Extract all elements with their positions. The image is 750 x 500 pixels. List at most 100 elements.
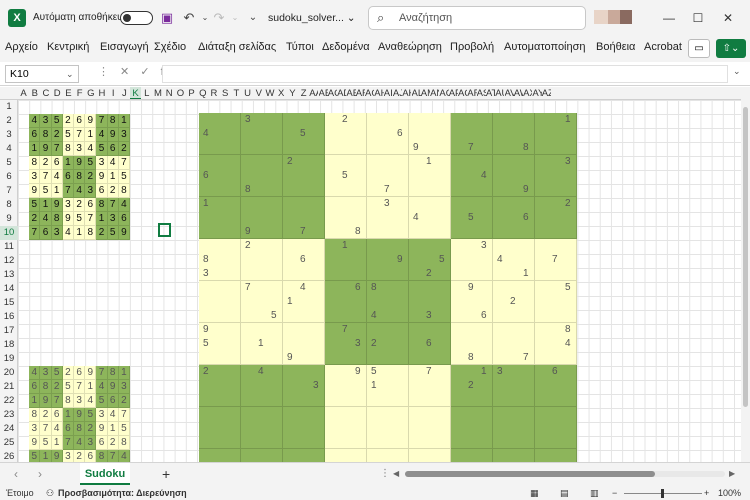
- grid-cell[interactable]: 4: [29, 366, 41, 380]
- grid-cell[interactable]: 8: [40, 128, 52, 142]
- column-header[interactable]: G: [85, 87, 96, 99]
- grid-cell[interactable]: 2: [62, 114, 74, 128]
- grid-cell[interactable]: 7: [118, 156, 130, 170]
- grid-cell[interactable]: 7: [96, 366, 108, 380]
- board-cell[interactable]: [283, 407, 325, 449]
- close-icon[interactable]: ✕: [718, 8, 738, 28]
- column-header[interactable]: AL: [412, 87, 421, 99]
- grid-cell[interactable]: 1: [85, 380, 97, 394]
- grid-cell[interactable]: 5: [29, 450, 41, 462]
- column-header[interactable]: AC: [328, 87, 337, 99]
- grid-cell[interactable]: 6: [96, 436, 108, 450]
- grid-cell[interactable]: 7: [40, 422, 52, 436]
- grid-cell[interactable]: 7: [74, 380, 86, 394]
- column-header[interactable]: AF: [356, 87, 365, 99]
- column-header[interactable]: AG: [365, 87, 374, 99]
- board-cell[interactable]: [409, 407, 451, 449]
- grid-cell[interactable]: 7: [51, 394, 63, 408]
- grid-cell[interactable]: 2: [62, 366, 74, 380]
- column-header[interactable]: W: [264, 87, 275, 99]
- grid-cell[interactable]: 9: [96, 422, 108, 436]
- column-header[interactable]: AB: [319, 87, 328, 99]
- scroll-left-icon[interactable]: ◀: [393, 469, 399, 478]
- column-header[interactable]: AE: [346, 87, 355, 99]
- tab-help[interactable]: Βοήθεια: [596, 41, 635, 53]
- grid-cell[interactable]: 6: [29, 128, 41, 142]
- row-header[interactable]: 8: [0, 198, 18, 212]
- grid-cell[interactable]: 5: [62, 128, 74, 142]
- grid-cell[interactable]: 5: [118, 422, 130, 436]
- column-header[interactable]: A: [18, 87, 29, 99]
- grid-cell[interactable]: 1: [29, 142, 41, 156]
- grid-cell[interactable]: 5: [29, 198, 41, 212]
- row-header[interactable]: 13: [0, 268, 18, 282]
- column-header[interactable]: B: [29, 87, 40, 99]
- grid-cell[interactable]: 8: [51, 212, 63, 226]
- row-header[interactable]: 25: [0, 436, 18, 450]
- tab-formulas[interactable]: Τύποι: [286, 41, 314, 53]
- grid-cell[interactable]: 3: [118, 128, 130, 142]
- column-header[interactable]: AO: [439, 87, 448, 99]
- board-cell[interactable]: [535, 449, 577, 462]
- grid-cell[interactable]: 4: [96, 380, 108, 394]
- grid-cell[interactable]: 4: [107, 156, 119, 170]
- column-header[interactable]: V: [253, 87, 264, 99]
- grid-cell[interactable]: 3: [118, 380, 130, 394]
- vertical-scrollbar[interactable]: [741, 87, 750, 462]
- grid-cell[interactable]: 6: [107, 394, 119, 408]
- column-header[interactable]: H: [96, 87, 107, 99]
- grid-cell[interactable]: 5: [85, 408, 97, 422]
- row-header[interactable]: 16: [0, 310, 18, 324]
- column-header[interactable]: D: [52, 87, 63, 99]
- grid-cell[interactable]: 7: [62, 184, 74, 198]
- grid-cell[interactable]: 6: [40, 226, 52, 240]
- tab-home[interactable]: Κεντρική: [47, 41, 89, 53]
- column-header[interactable]: AY: [532, 87, 541, 99]
- avatar[interactable]: [608, 10, 620, 24]
- grid-cell[interactable]: 2: [29, 212, 41, 226]
- grid-cell[interactable]: 4: [118, 198, 130, 212]
- grid-cell[interactable]: 6: [74, 114, 86, 128]
- grid-cell[interactable]: 2: [85, 170, 97, 184]
- grid-cell[interactable]: 5: [118, 170, 130, 184]
- grid-cell[interactable]: 5: [107, 226, 119, 240]
- grid-cell[interactable]: 3: [96, 156, 108, 170]
- grid-cell[interactable]: 5: [51, 114, 63, 128]
- grid-cell[interactable]: 9: [107, 380, 119, 394]
- grid-cell[interactable]: 7: [74, 128, 86, 142]
- grid-cell[interactable]: 4: [29, 114, 41, 128]
- grid-cell[interactable]: 4: [51, 422, 63, 436]
- board-cell[interactable]: [409, 449, 451, 462]
- formula-input[interactable]: [162, 65, 728, 83]
- grid-cell[interactable]: 2: [40, 156, 52, 170]
- redo-dropdown-icon[interactable]: ⌄: [226, 9, 244, 27]
- grid-cell[interactable]: 8: [107, 366, 119, 380]
- grid-cell[interactable]: 2: [51, 128, 63, 142]
- grid-cell[interactable]: 4: [85, 394, 97, 408]
- row-header[interactable]: 10: [0, 226, 18, 240]
- row-header[interactable]: 11: [0, 240, 18, 254]
- column-header[interactable]: S: [220, 87, 231, 99]
- column-header[interactable]: K: [130, 87, 142, 99]
- scrollbar-thumb[interactable]: [405, 471, 655, 477]
- grid-cell[interactable]: 9: [29, 184, 41, 198]
- tab-acrobat[interactable]: Acrobat: [644, 41, 682, 53]
- board-cell[interactable]: [493, 407, 535, 449]
- grid-cell[interactable]: 7: [96, 114, 108, 128]
- grid-cell[interactable]: 4: [40, 212, 52, 226]
- minimize-icon[interactable]: —: [659, 8, 679, 28]
- grid-cell[interactable]: 1: [40, 198, 52, 212]
- grid-cell[interactable]: 5: [40, 184, 52, 198]
- row-header[interactable]: 24: [0, 422, 18, 436]
- column-header[interactable]: AN: [430, 87, 439, 99]
- grid-cell[interactable]: 3: [62, 450, 74, 462]
- grid-cell[interactable]: 9: [51, 450, 63, 462]
- save-icon[interactable]: ▣: [158, 9, 176, 27]
- column-header[interactable]: AJ: [393, 87, 402, 99]
- column-header[interactable]: AV: [505, 87, 514, 99]
- grid-cell[interactable]: 8: [40, 380, 52, 394]
- board-cell[interactable]: [451, 449, 493, 462]
- worksheet-grid[interactable]: ABCDEFGHIJKLMNOPQRSTUVWXYZAAABACADAEAFAG…: [0, 87, 741, 462]
- board-cell[interactable]: [493, 449, 535, 462]
- row-header[interactable]: 15: [0, 296, 18, 310]
